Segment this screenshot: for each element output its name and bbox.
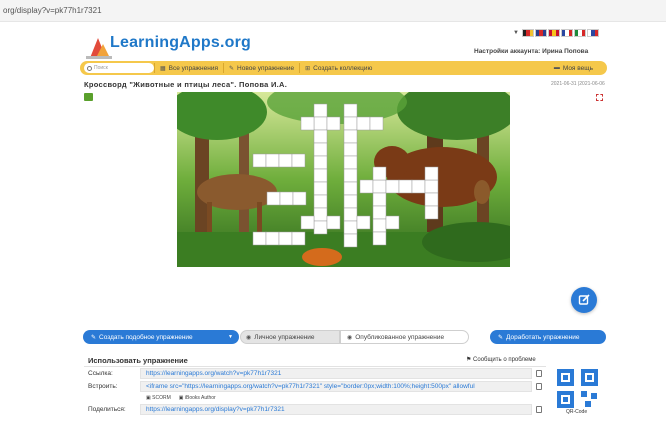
browser-url-bar[interactable]: org/display?v=pk77h1r7321 [0,0,666,22]
qr-code-label: QR-Code [566,409,588,415]
account-settings-link[interactable]: Настройки аккаунта: Ирина Попова [474,48,588,55]
folder-icon: ▬ [553,65,560,71]
improve-exercise-label: Доработать упражнение [506,333,580,341]
nav-new-exercise[interactable]: ✎ Новое упражнение [222,63,299,73]
forest-crossword-image[interactable] [177,92,510,267]
share-field[interactable]: https://learningapps.org/display?v=pk77h… [140,404,532,415]
divider [84,366,546,367]
report-problem-label: Сообщить о проблеме [473,357,536,363]
grid-icon: ▦ [160,65,166,72]
nav-create-collection-label: Создать коллекцию [313,64,373,72]
edit-icon: ✎ [91,334,97,341]
scorm-label: SCORM [152,395,171,401]
eye-icon: ◉ [246,334,252,341]
pencil-icon: ✎ [498,334,504,341]
export-links: ▣ SCORM ▣ iBooks Author [146,395,216,401]
embed-value: <iframe src="https://learningapps.org/wa… [146,383,475,390]
report-problem-link[interactable]: ⚑ Сообщить о проблеме [466,356,536,363]
gb-flag-icon[interactable] [535,29,547,37]
language-flags [522,29,599,37]
fullscreen-icon[interactable] [596,94,603,101]
main-navbar: Поиск ▦ Все упражнения ✎ Новое упражнени… [80,61,607,75]
browser-url-text[interactable]: org/display?v=pk77h1r7321 [3,6,102,15]
use-exercise-heading: Использовать упражнение [88,356,188,365]
nav-new-exercise-label: Новое упражнение [237,64,295,72]
share-value: https://learningapps.org/display?v=pk77h… [146,406,285,413]
improve-exercise-button[interactable]: ✎ Доработать упражнение [490,330,606,344]
embed-label: Встроить: [88,383,118,390]
link-label: Ссылка: [88,370,113,377]
qr-code-icon[interactable] [557,369,599,409]
ibooks-link[interactable]: ▣ iBooks Author [179,395,216,401]
published-exercise-label: Опубликованное упражнение [355,333,445,341]
pencil-icon: ✎ [228,65,235,72]
embed-field[interactable]: <iframe src="https://learningapps.org/wa… [140,381,532,392]
link-field[interactable]: https://learningapps.org/watch?v=pk77h1r… [140,368,532,379]
logo-text[interactable]: LearningApps.org [110,34,251,52]
eye-icon: ◉ [347,334,353,341]
link-value: https://learningapps.org/watch?v=pk77h1r… [146,370,282,377]
nav-my-stuff[interactable]: ▬ Моя вещь [554,65,593,72]
language-dropdown-icon[interactable]: ▼ [513,30,519,36]
scorm-link[interactable]: ▣ SCORM [146,395,171,401]
flag-icon: ⚑ [466,357,474,363]
copy-icon[interactable] [536,383,542,390]
nav-my-stuff-label: Моя вещь [562,64,593,72]
de-flag-icon[interactable] [522,29,534,37]
chevron-down-icon[interactable]: ▼ [228,334,233,340]
private-exercise-tab[interactable]: ◉ Личное упражнение [240,330,340,344]
ibooks-label: iBooks Author [184,395,216,401]
edit-icon [578,294,590,305]
search-placeholder: Поиск [94,65,108,71]
crossword-game-area[interactable] [177,92,510,267]
ru-flag-icon[interactable] [587,29,599,37]
exercise-date: 2021-06-31 |2021-06-06 [551,81,605,87]
share-label: Поделиться: [88,406,126,413]
create-similar-button[interactable]: ✎ Создать подобное упражнение ▼ [83,330,239,344]
private-exercise-label: Личное упражнение [254,333,315,341]
create-similar-label: Создать подобное упражнение [99,333,193,341]
it-flag-icon[interactable] [574,29,586,37]
copy-icon[interactable] [536,370,542,377]
learningapps-logo-icon[interactable] [86,36,112,60]
fr-flag-icon[interactable] [561,29,573,37]
edit-note-icon[interactable] [84,93,93,101]
nav-create-collection[interactable]: ⊞ Создать коллекцию [299,63,377,73]
nav-all-exercises[interactable]: ▦ Все упражнения [154,63,223,73]
search-icon [87,65,92,71]
edit-exercise-round-button[interactable] [571,287,597,313]
collection-icon: ⊞ [305,65,311,72]
es-flag-icon[interactable] [548,29,560,37]
exercise-title: Кроссворд "Животные и птицы леса". Попов… [84,80,288,89]
search-input[interactable]: Поиск [84,63,154,73]
published-exercise-tab[interactable]: ◉ Опубликованное упражнение [340,330,469,344]
nav-all-exercises-label: Все упражнения [168,64,218,72]
copy-icon[interactable] [536,406,542,413]
